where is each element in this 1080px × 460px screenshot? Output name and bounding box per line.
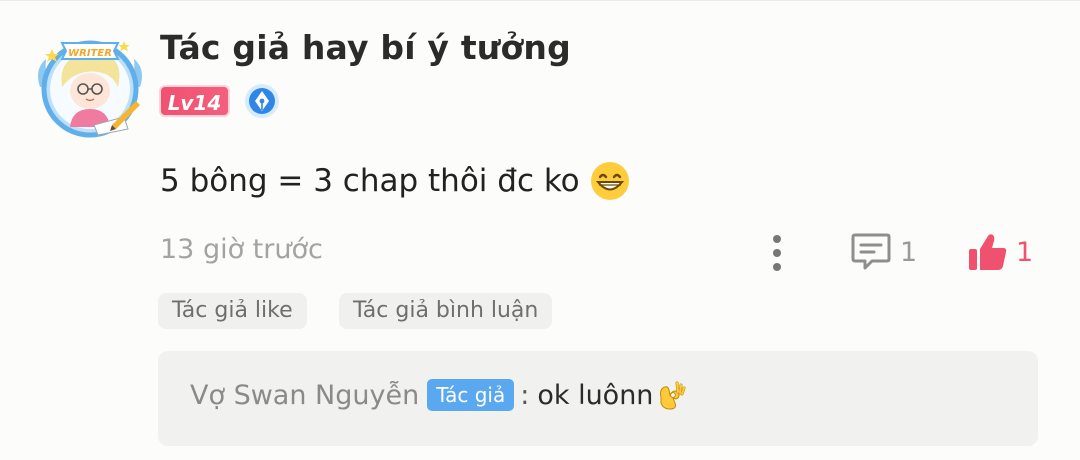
comment-timestamp: 13 giờ trước: [160, 234, 323, 265]
thumbs-up-icon: [969, 234, 1007, 270]
reply-line: Vợ Swan Nguyễn Tác giả : ok luônn: [190, 379, 687, 411]
author-liked-tag: Tác giả like: [158, 293, 307, 329]
like-button[interactable]: 1: [966, 230, 1033, 274]
reply-separator: :: [520, 379, 530, 411]
reply-text: ok luônn: [537, 379, 654, 411]
user-avatar[interactable]: WRITER: [32, 29, 148, 141]
ok-hand-emoji-icon: [660, 381, 686, 410]
comment-bubble-icon: [851, 233, 891, 270]
username[interactable]: Tác giả hay bí ý tưởng: [160, 28, 571, 67]
like-count: 1: [1016, 236, 1034, 268]
comment-card: WRITER Tác giả hay bí ý tưởng Lv14 5 bôn…: [0, 0, 1080, 460]
comment-body: 5 bông = 3 chap thôi đc ko: [160, 161, 630, 201]
level-badge: Lv14: [159, 85, 230, 117]
reply-button[interactable]: 1: [850, 230, 917, 274]
reply-count: 1: [900, 236, 918, 268]
reply-preview[interactable]: Vợ Swan Nguyễn Tác giả : ok luônn: [158, 351, 1038, 446]
pen-nib-badge-icon: [245, 84, 279, 118]
reply-author[interactable]: Vợ Swan Nguyễn: [190, 380, 419, 411]
grinning-face-emoji-icon: [590, 162, 629, 200]
avatar-banner-label: WRITER: [68, 48, 112, 59]
comment-text: 5 bông = 3 chap thôi đc ko: [160, 163, 580, 199]
author-commented-tag: Tác giả bình luận: [339, 293, 553, 329]
author-tag-badge: Tác giả: [427, 379, 515, 411]
vertical-dots-icon[interactable]: [764, 231, 790, 275]
